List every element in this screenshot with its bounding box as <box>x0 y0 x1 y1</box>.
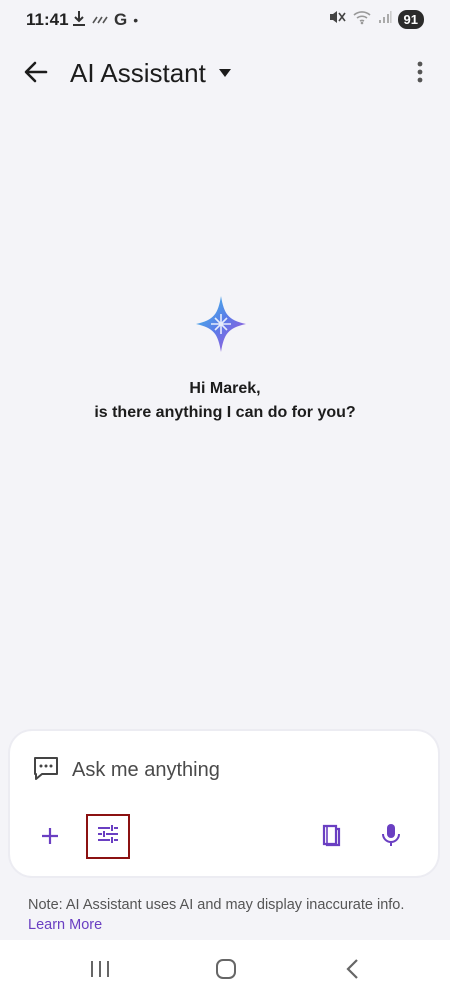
status-left-icons: G • <box>72 10 138 30</box>
settings-button[interactable] <box>86 814 130 859</box>
recents-icon <box>89 960 111 983</box>
greeting-text: Hi Marek, is there anything I can do for… <box>0 377 450 425</box>
learn-more-link[interactable]: Learn More <box>28 917 102 933</box>
google-icon: G <box>114 10 128 29</box>
greeting-line-2: is there anything I can do for you? <box>94 404 356 421</box>
greeting-line-1: Hi Marek, <box>189 380 261 397</box>
page-title: AI Assistant <box>70 58 206 88</box>
signal-wave-icon <box>92 12 108 29</box>
chat-bubble-icon <box>32 755 60 781</box>
more-options-button[interactable] <box>404 58 436 90</box>
more-vert-icon <box>417 61 423 88</box>
input-card <box>10 731 438 876</box>
battery-indicator: 91 <box>397 10 424 29</box>
book-button[interactable] <box>316 822 346 852</box>
disclaimer: Note: AI Assistant uses AI and may displ… <box>28 895 428 935</box>
tune-icon <box>97 824 119 849</box>
back-chevron-icon <box>345 958 359 984</box>
arrow-left-icon <box>24 61 48 88</box>
title-dropdown[interactable]: AI Assistant <box>70 58 232 89</box>
download-icon <box>72 10 86 30</box>
status-right-icons: 91 <box>328 9 424 30</box>
add-button[interactable] <box>36 824 64 852</box>
mic-icon <box>381 823 401 852</box>
sparkle-icon <box>196 296 246 352</box>
plus-icon <box>40 826 60 851</box>
ask-input[interactable] <box>70 754 374 786</box>
mute-icon <box>328 9 346 30</box>
recents-button[interactable] <box>80 958 120 984</box>
mic-button[interactable] <box>376 822 406 852</box>
cell-signal-icon <box>378 10 392 29</box>
wifi-icon <box>352 9 372 30</box>
book-icon <box>320 823 342 852</box>
caret-down-icon <box>218 65 232 83</box>
home-icon <box>215 958 237 985</box>
home-button[interactable] <box>206 958 246 984</box>
nav-back-button[interactable] <box>332 958 372 984</box>
back-button[interactable] <box>18 56 54 92</box>
status-time: 11:41 <box>26 10 69 29</box>
disclaimer-text: Note: AI Assistant uses AI and may displ… <box>28 897 405 913</box>
dot-icon: • <box>133 12 139 28</box>
